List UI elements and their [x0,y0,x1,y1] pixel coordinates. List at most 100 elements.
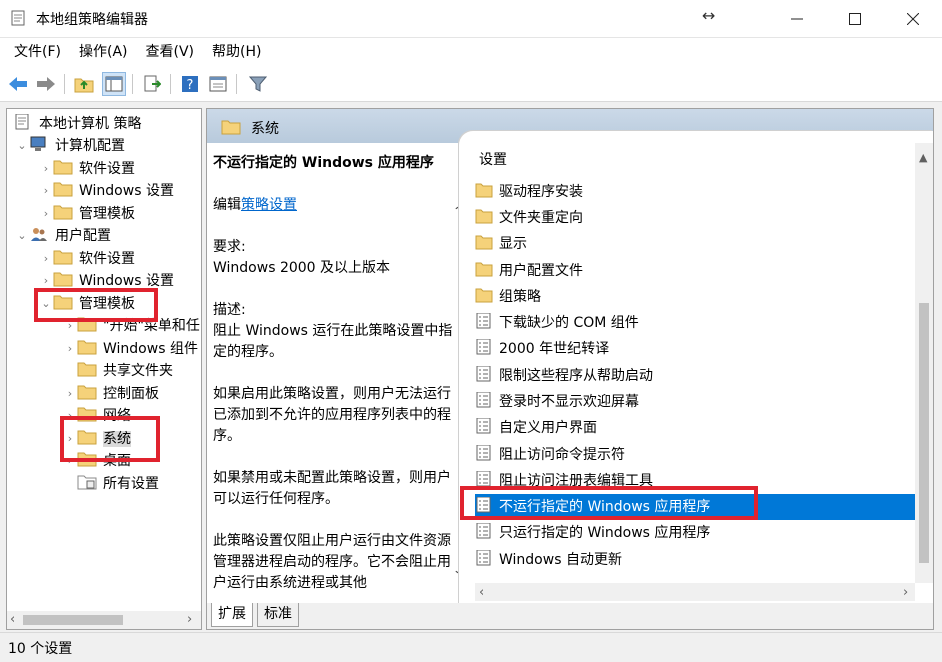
policy-title: 不运行指定的 Windows 应用程序 [213,155,434,171]
title-bar: 本地组策略编辑器 ↔ [0,0,942,38]
maximize-icon [849,13,861,25]
list-item[interactable]: Windows 自动更新 [475,547,915,573]
tree-label: 本地计算机 策略 [39,116,142,132]
tree-label: Windows 设置 [79,183,174,199]
folder-icon [53,160,73,175]
list-item[interactable]: 登录时不显示欢迎屏幕 [475,389,915,415]
list-vertical-scrollbar[interactable]: ▲ [915,143,933,583]
up-level-button[interactable] [72,72,96,96]
tree-item-windows-settings[interactable]: › Windows 设置 [39,180,174,202]
help-icon: ? [182,76,198,93]
tree-item-control-panel[interactable]: › 控制面板 [63,383,159,405]
tree-item-shared-folders[interactable]: 共享文件夹 [63,360,173,382]
chevron-right-icon[interactable]: › [39,158,53,180]
tree-label: Windows 设置 [79,273,174,289]
filter-icon [249,76,267,92]
policy-setting-icon [476,418,491,434]
tree-label: 共享文件夹 [103,363,173,379]
list-item[interactable]: 2000 年世纪转译 [475,336,915,362]
chevron-right-icon[interactable]: › [39,248,53,270]
edit-line: 编辑策略设置 [213,197,297,213]
export-list-button[interactable] [140,72,164,96]
status-text: 10 个设置 [8,641,73,657]
folder-icon [77,340,97,355]
help-button[interactable]: ? [178,72,202,96]
window-title: 本地组策略编辑器 [36,12,148,28]
chevron-right-icon[interactable]: › [63,338,77,360]
close-button[interactable] [884,0,942,38]
chevron-down-icon[interactable]: ⌄ [15,225,29,247]
list-item[interactable]: 驱动程序安装 [475,179,915,205]
resize-arrows-icon: ↔ [702,6,716,25]
folder-icon [77,385,97,400]
chevron-down-icon[interactable]: ⌄ [15,135,29,157]
forward-button[interactable] [34,72,58,96]
tree-item-admin-templates[interactable]: › 管理模板 [39,203,135,225]
menu-help[interactable]: 帮助(H) [203,38,270,66]
list-item[interactable]: 显示 [475,231,915,257]
enabled-text: 如果启用此策略设置，则用户无法运行已添加到不允许的应用程序列表中的程序。 [213,386,451,444]
policy-editor-icon [11,10,25,26]
tree-label: 用户配置 [55,228,111,244]
note-text: 此策略设置仅阻止用户运行由文件资源管理器进程启动的程序。它不会阻止用户运行由系统… [213,533,451,591]
tree-item-computer-config[interactable]: ⌄ 计算机配置 [15,135,125,157]
back-button[interactable] [6,72,30,96]
tree-item-all-settings[interactable]: 所有设置 [63,473,159,495]
tree-label: 控制面板 [103,386,159,402]
minimize-icon [791,18,803,20]
policy-settings-link[interactable]: 策略设置 [241,197,297,213]
tree-item-root[interactable]: 本地计算机 策略 [13,113,141,135]
folder-icon [53,272,73,287]
tree-item-windows-components[interactable]: › Windows 组件 [63,338,198,360]
requirements: 要求: Windows 2000 及以上版本 [213,239,391,276]
scroll-thumb[interactable] [23,615,123,625]
view-tabs: 扩展 标准 [207,603,933,629]
properties-button[interactable] [206,72,230,96]
close-icon [907,13,919,25]
tree-label: 所有设置 [103,476,159,492]
tab-extended[interactable]: 扩展 [211,603,253,627]
list-item[interactable]: 自定义用户界面 [475,415,915,441]
scroll-thumb[interactable] [919,303,929,563]
scroll-up-icon[interactable]: ▲ [919,151,927,164]
chevron-right-icon[interactable]: › [39,203,53,225]
list-item[interactable]: 限制这些程序从帮助启动 [475,363,915,389]
computer-icon [30,136,46,151]
tree-item-user-config[interactable]: ⌄ 用户配置 [15,225,111,247]
list-horizontal-scrollbar[interactable]: ‹ › [475,583,915,601]
tree-horizontal-scrollbar[interactable]: ‹ › [7,611,201,629]
column-header-setting[interactable]: 设置 [479,149,507,169]
minimize-button[interactable] [768,0,826,38]
tree-item-software-settings[interactable]: › 软件设置 [39,158,135,180]
filter-button[interactable] [246,72,270,96]
scroll-right-icon[interactable]: › [187,612,192,627]
chevron-right-icon[interactable]: › [39,180,53,202]
scroll-left-icon[interactable]: ‹ [479,585,484,600]
scroll-right-icon[interactable]: › [903,585,908,600]
tree-label: 软件设置 [79,251,135,267]
policy-setting-icon [476,445,491,461]
list-item[interactable]: 下载缺少的 COM 组件 [475,310,915,336]
maximize-button[interactable] [826,0,884,38]
details-header-title: 系统 [251,121,279,137]
scroll-left-icon[interactable]: ‹ [10,612,15,627]
toolbar: ? [0,66,942,102]
list-item[interactable]: 用户配置文件 [475,258,915,284]
menu-action[interactable]: 操作(A) [70,38,137,66]
back-arrow-icon [9,77,27,91]
list-item[interactable]: 文件夹重定向 [475,205,915,231]
toolbar-separator [170,74,171,94]
menu-file[interactable]: 文件(F) [0,38,70,66]
list-item[interactable]: 阻止访问命令提示符 [475,442,915,468]
show-hide-tree-button[interactable] [102,72,126,96]
menu-view[interactable]: 查看(V) [137,38,204,66]
chevron-right-icon[interactable]: › [63,383,77,405]
folder-up-icon [74,78,94,93]
toolbar-separator [64,74,65,94]
list-item[interactable]: 组策略 [475,284,915,310]
console-tree-icon [105,76,123,92]
tree-item-user-software-settings[interactable]: › 软件设置 [39,248,135,270]
list-item[interactable]: 只运行指定的 Windows 应用程序 [475,520,915,546]
tab-standard[interactable]: 标准 [257,603,299,627]
policy-document-icon [15,114,29,130]
